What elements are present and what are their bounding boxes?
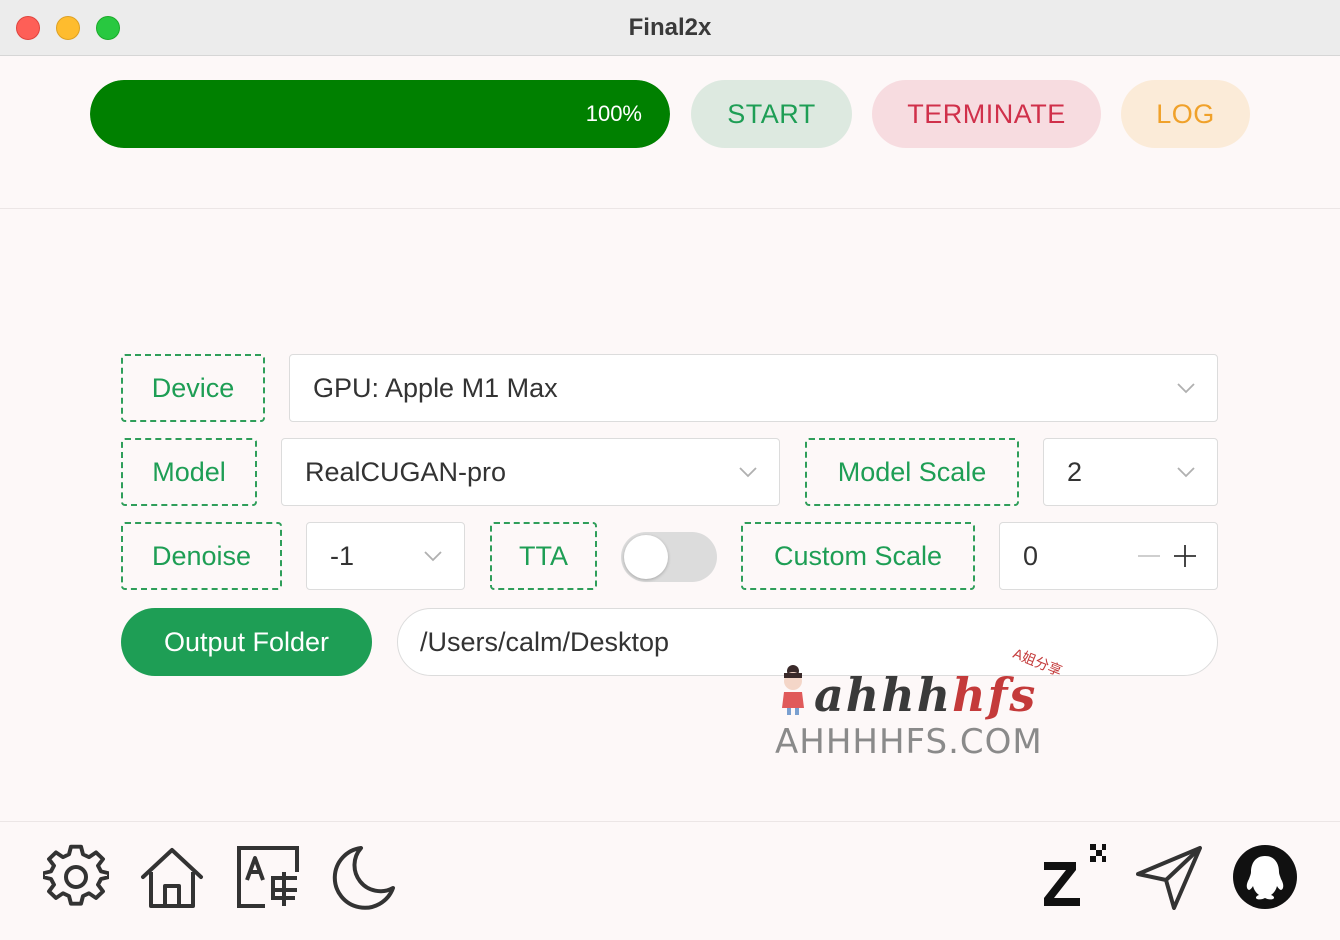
chevron-down-icon — [739, 467, 757, 478]
sleep-z-icon — [1044, 844, 1106, 906]
custom-scale-stepper: 0 — [999, 522, 1218, 590]
theme-toggle-button[interactable] — [331, 844, 397, 910]
denoise-label: Denoise — [121, 522, 282, 590]
language-button[interactable] — [235, 844, 301, 910]
terminate-button[interactable]: TERMINATE — [872, 80, 1101, 148]
model-scale-select[interactable]: 2 — [1043, 438, 1218, 506]
device-label: Device — [121, 354, 265, 422]
progress-percent: 100% — [585, 101, 642, 126]
home-button[interactable] — [139, 844, 205, 910]
qq-icon — [1233, 845, 1297, 909]
watermark-logo-main: ahhh — [814, 668, 953, 722]
moon-icon — [332, 846, 395, 910]
gear-icon — [41, 844, 111, 906]
chevron-down-icon — [1177, 383, 1195, 394]
plus-icon[interactable] — [1172, 543, 1198, 569]
output-folder-button[interactable]: Output Folder — [121, 608, 372, 676]
model-scale-label: Model Scale — [805, 438, 1019, 506]
translate-icon — [237, 846, 299, 908]
custom-scale-value[interactable]: 0 — [1023, 523, 1038, 589]
qq-button[interactable] — [1232, 844, 1298, 910]
denoise-value: -1 — [330, 541, 355, 571]
app-window: Final2x 100% START TERMINATE LOG Device … — [0, 0, 1340, 940]
chevron-down-icon — [424, 551, 442, 562]
tta-label: TTA — [490, 522, 597, 590]
tta-toggle[interactable] — [621, 532, 717, 582]
device-select-value: GPU: Apple M1 Max — [313, 373, 558, 403]
toggle-knob — [624, 535, 668, 579]
watermark-logo-accent: hfs — [952, 668, 1038, 722]
title-bar: Final2x — [0, 0, 1340, 56]
progress-bar: 100% — [90, 80, 670, 148]
home-icon — [141, 848, 203, 908]
watermark-logo: ahhhhfs — [814, 668, 1037, 722]
watermark-url: AHHHHFS.COM — [775, 722, 1043, 762]
log-button[interactable]: LOG — [1121, 80, 1250, 148]
about-button[interactable] — [1040, 844, 1106, 910]
model-select[interactable]: RealCUGAN-pro — [281, 438, 780, 506]
chevron-down-icon — [1177, 467, 1195, 478]
minus-icon[interactable] — [1136, 543, 1162, 569]
model-label: Model — [121, 438, 257, 506]
model-select-value: RealCUGAN-pro — [305, 457, 507, 487]
denoise-select[interactable]: -1 — [306, 522, 465, 590]
top-divider — [0, 208, 1340, 209]
mascot-icon — [782, 665, 804, 715]
settings-button[interactable] — [41, 844, 111, 910]
window-title: Final2x — [628, 14, 712, 41]
custom-scale-label: Custom Scale — [741, 522, 975, 590]
progress-fill — [90, 80, 670, 148]
device-select[interactable]: GPU: Apple M1 Max — [289, 354, 1218, 422]
model-scale-value: 2 — [1067, 457, 1083, 487]
send-icon — [1136, 846, 1202, 910]
bottom-divider — [0, 821, 1340, 822]
start-button[interactable]: START — [691, 80, 852, 148]
send-button[interactable] — [1136, 844, 1202, 910]
